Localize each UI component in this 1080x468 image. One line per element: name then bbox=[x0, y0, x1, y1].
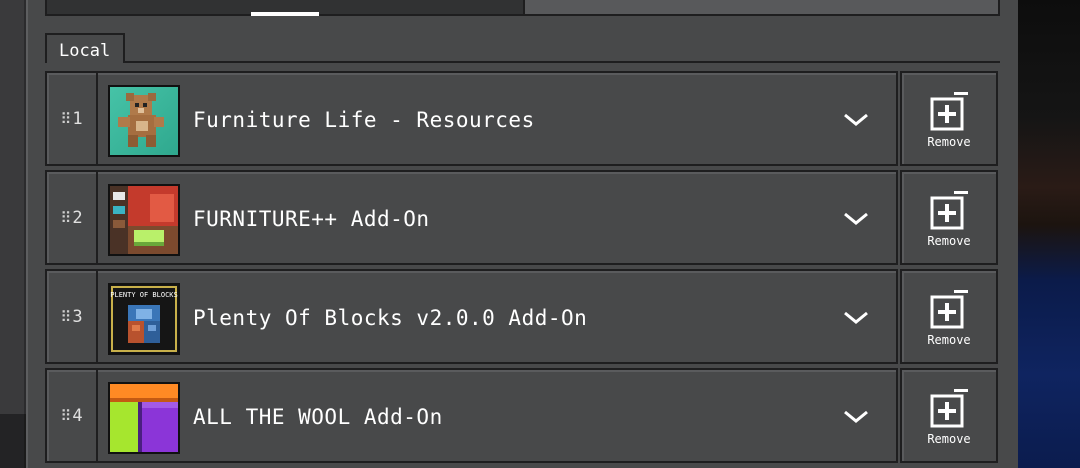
pack-name: Furniture Life - Resources bbox=[193, 108, 535, 132]
pack-row-main[interactable]: ⠿ 2 FURNITURE++ Add-On bbox=[45, 170, 898, 265]
drag-handle[interactable]: ⠿ 1 bbox=[47, 73, 98, 164]
remove-pack-icon bbox=[930, 290, 968, 329]
background-world bbox=[1016, 0, 1080, 468]
pack-index: 4 bbox=[72, 405, 83, 426]
pack-row: ⠿ 4 ALL THE WOOL Add-On Remove bbox=[45, 368, 1000, 463]
remove-button[interactable]: Remove bbox=[900, 71, 998, 166]
pack-index: 3 bbox=[72, 306, 83, 327]
left-sidebar-edge bbox=[0, 0, 26, 414]
remove-pack-icon bbox=[930, 191, 968, 230]
pack-row: ⠿ 2 FURNITURE++ Add-On Remove bbox=[45, 170, 1000, 265]
resource-packs-panel: Local ⠿ 1 Furniture Life - Resources Rem… bbox=[26, 0, 1018, 468]
remove-button[interactable]: Remove bbox=[900, 269, 998, 364]
top-tabs bbox=[45, 0, 1000, 18]
left-sidebar-shadow bbox=[0, 414, 24, 468]
pack-index: 1 bbox=[72, 108, 83, 129]
pack-row: ⠿ 1 Furniture Life - Resources Remove bbox=[45, 71, 1000, 166]
chevron-down-icon[interactable] bbox=[841, 307, 871, 327]
drag-handle[interactable]: ⠿ 2 bbox=[47, 172, 98, 263]
drag-dots-icon: ⠿ bbox=[60, 307, 71, 326]
chevron-down-icon[interactable] bbox=[841, 406, 871, 426]
remove-pack-icon bbox=[930, 92, 968, 131]
section-divider bbox=[45, 61, 1000, 63]
pack-row-main[interactable]: ⠿ 4 ALL THE WOOL Add-On bbox=[45, 368, 898, 463]
pack-name: Plenty Of Blocks v2.0.0 Add-On bbox=[193, 306, 588, 330]
remove-pack-icon bbox=[930, 389, 968, 428]
teddy-bear-pack-icon bbox=[108, 85, 180, 157]
pack-thumb-text: PLENTY OF BLOCKS bbox=[110, 291, 177, 299]
pack-row-main[interactable]: ⠿ 3 PLENTY OF BLOCKS Plenty Of Blocks v2… bbox=[45, 269, 898, 364]
tab-local[interactable]: Local bbox=[45, 33, 125, 63]
plenty-of-blocks-pack-icon: PLENTY OF BLOCKS bbox=[108, 283, 180, 355]
pack-index: 2 bbox=[72, 207, 83, 228]
remove-label: Remove bbox=[927, 234, 971, 248]
remove-button[interactable]: Remove bbox=[900, 170, 998, 265]
furniture-room-pack-icon bbox=[108, 184, 180, 256]
remove-label: Remove bbox=[927, 333, 971, 347]
chevron-down-icon[interactable] bbox=[841, 109, 871, 129]
remove-label: Remove bbox=[927, 135, 971, 149]
screen: Local ⠿ 1 Furniture Life - Resources Rem… bbox=[0, 0, 1080, 468]
remove-label: Remove bbox=[927, 432, 971, 446]
pack-row: ⠿ 3 PLENTY OF BLOCKS Plenty Of Blocks v2… bbox=[45, 269, 1000, 364]
pack-name: ALL THE WOOL Add-On bbox=[193, 405, 443, 429]
chevron-down-icon[interactable] bbox=[841, 208, 871, 228]
drag-dots-icon: ⠿ bbox=[60, 406, 71, 425]
pack-name: FURNITURE++ Add-On bbox=[193, 207, 430, 231]
drag-dots-icon: ⠿ bbox=[60, 208, 71, 227]
drag-dots-icon: ⠿ bbox=[60, 109, 71, 128]
drag-handle[interactable]: ⠿ 3 bbox=[47, 271, 98, 362]
top-tab-inactive[interactable] bbox=[523, 0, 1000, 16]
active-tab-indicator bbox=[251, 12, 319, 16]
remove-button[interactable]: Remove bbox=[900, 368, 998, 463]
pack-row-main[interactable]: ⠿ 1 Furniture Life - Resources bbox=[45, 71, 898, 166]
wool-blocks-pack-icon bbox=[108, 382, 180, 454]
drag-handle[interactable]: ⠿ 4 bbox=[47, 370, 98, 461]
